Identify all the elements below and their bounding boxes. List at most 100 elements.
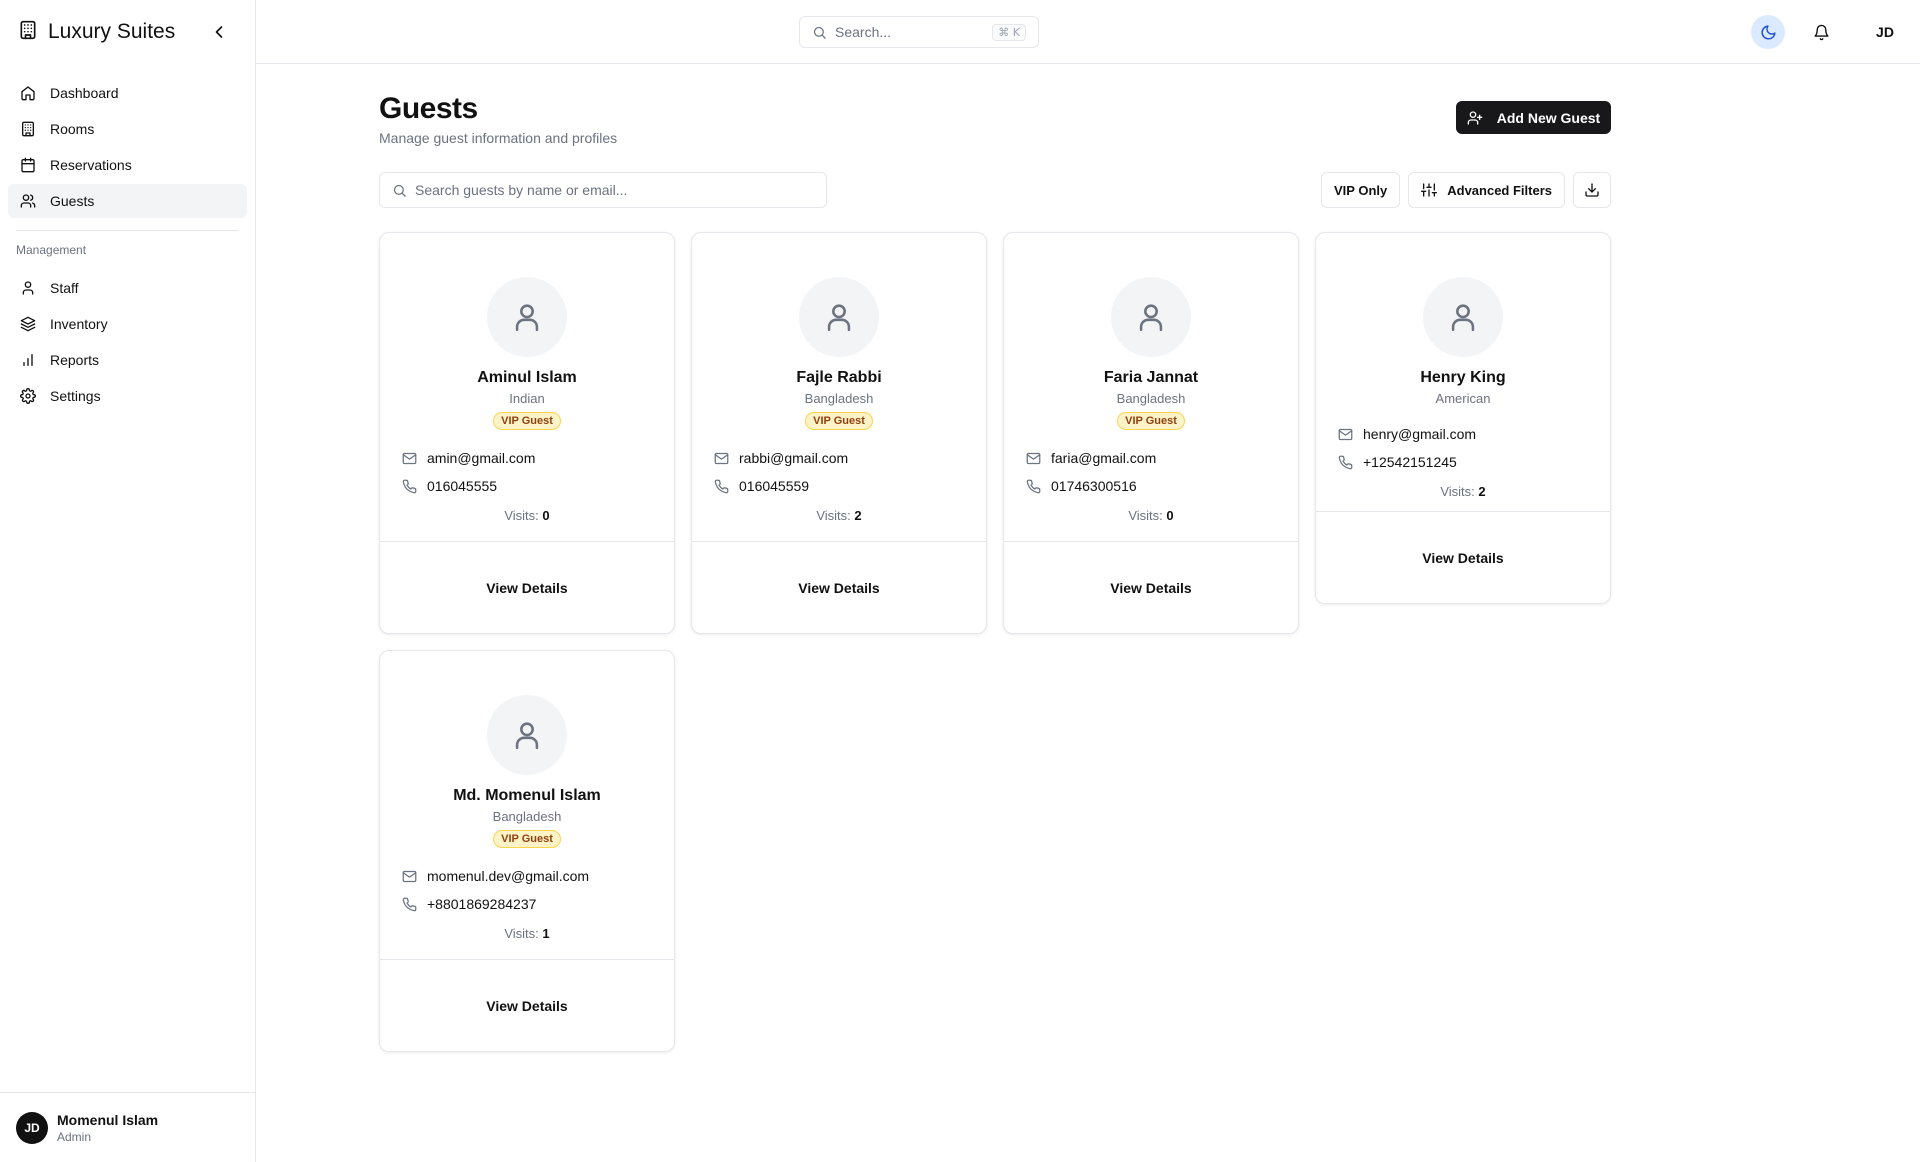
user-name: Momenul Islam <box>57 1111 159 1128</box>
view-details-button[interactable]: View Details <box>692 541 986 633</box>
add-guest-button[interactable]: Add New Guest <box>1456 101 1611 134</box>
app-title: Luxury Suites <box>48 20 176 43</box>
sidebar-item-guests[interactable]: Guests <box>8 184 247 218</box>
guest-nationality: Bangladesh <box>1116 391 1186 406</box>
user-profile[interactable]: JD Momenul Islam Admin <box>0 1092 255 1162</box>
advanced-filters-button[interactable]: Advanced Filters <box>1408 172 1565 208</box>
sidebar-item-label: Settings <box>50 388 101 404</box>
sidebar-item-reports[interactable]: Reports <box>8 343 247 377</box>
phone-icon <box>402 479 417 493</box>
layers-icon <box>20 316 36 332</box>
mail-icon <box>402 452 417 464</box>
guest-nationality: Indian <box>509 391 545 406</box>
global-search-input[interactable]: Search... ⌘ K <box>799 16 1039 48</box>
guest-phone: +8801869284237 <box>427 896 537 912</box>
guest-nationality: Bangladesh <box>492 809 562 824</box>
topbar: Search... ⌘ K JD <box>256 0 1920 64</box>
user-icon <box>827 304 851 332</box>
view-details-button[interactable]: View Details <box>1004 541 1298 633</box>
avatar <box>1111 277 1191 357</box>
avatar: JD <box>16 1111 48 1144</box>
page-subtitle: Manage guest information and profiles <box>379 130 618 146</box>
guest-search <box>379 172 827 208</box>
mail-icon <box>714 452 729 464</box>
search-icon <box>813 26 826 39</box>
page-title: Guests <box>379 92 478 125</box>
sidebar-item-settings[interactable]: Settings <box>8 379 247 413</box>
sidebar-item-label: Reservations <box>50 157 132 173</box>
sidebar-item-label: Guests <box>50 193 95 209</box>
calendar-icon <box>21 157 35 173</box>
mail-icon <box>1338 428 1353 440</box>
view-details-button[interactable]: View Details <box>380 959 674 1051</box>
chevron-left-icon <box>215 26 223 38</box>
theme-toggle-button[interactable] <box>1751 15 1785 49</box>
divider <box>16 230 239 231</box>
visits-count: Visits: 0 <box>504 508 549 523</box>
collapse-sidebar-button[interactable] <box>209 22 229 42</box>
sidebar-item-reservations[interactable]: Reservations <box>8 148 247 182</box>
vip-badge: VIP Guest <box>493 830 561 848</box>
visits-label: Visits: <box>1440 484 1475 499</box>
guest-grid: Aminul Islam Indian VIP Guest amin@gmail… <box>379 232 1611 1052</box>
vip-badge: VIP Guest <box>805 412 873 430</box>
phone-icon <box>1026 479 1041 493</box>
view-details-button[interactable]: View Details <box>1316 511 1610 603</box>
avatar <box>487 277 567 357</box>
guest-nationality: Bangladesh <box>804 391 874 406</box>
contact-info: momenul.dev@gmail.com +8801869284237 <box>400 862 654 918</box>
sidebar: Luxury Suites Dashboard Rooms Reservatio… <box>0 0 256 1162</box>
keyboard-shortcut: ⌘ K <box>992 23 1026 41</box>
phone-row: +12542151245 <box>1338 448 1590 476</box>
vip-badge: VIP Guest <box>1117 412 1185 430</box>
gear-icon <box>20 388 36 404</box>
phone-icon <box>402 897 417 911</box>
vip-only-button[interactable]: VIP Only <box>1321 172 1401 208</box>
contact-info: henry@gmail.com +12542151245 <box>1336 420 1590 476</box>
notifications-button[interactable] <box>1804 15 1838 49</box>
search-icon <box>393 184 406 197</box>
guest-name: Faria Jannat <box>1103 369 1199 386</box>
guest-nationality: American <box>1435 391 1491 406</box>
email-row: amin@gmail.com <box>402 444 654 472</box>
download-button[interactable] <box>1573 172 1611 208</box>
mail-icon <box>402 870 417 882</box>
guest-name: Aminul Islam <box>477 369 577 386</box>
phone-row: +8801869284237 <box>402 890 654 918</box>
email-row: henry@gmail.com <box>1338 420 1590 448</box>
visits-count: Visits: 1 <box>504 926 549 941</box>
visits-value: 1 <box>542 926 550 941</box>
sliders-icon <box>1421 183 1438 197</box>
guest-email: faria@gmail.com <box>1051 450 1157 466</box>
vip-badge: VIP Guest <box>493 412 561 430</box>
user-menu-button[interactable]: JD <box>1868 15 1902 49</box>
sidebar-item-label: Staff <box>50 280 79 296</box>
visits-count: Visits: 2 <box>1440 484 1485 499</box>
view-details-button[interactable]: View Details <box>380 541 674 633</box>
guest-phone: 016045555 <box>427 478 498 494</box>
visits-value: 2 <box>854 508 862 523</box>
download-icon <box>1585 183 1599 197</box>
guest-search-input[interactable] <box>415 182 814 198</box>
guest-card: Aminul Islam Indian VIP Guest amin@gmail… <box>379 232 675 634</box>
avatar <box>1423 277 1503 357</box>
guest-card: Md. Momenul Islam Bangladesh VIP Guest m… <box>379 650 675 1052</box>
user-icon <box>1139 304 1163 332</box>
guest-email: henry@gmail.com <box>1363 426 1477 442</box>
sidebar-item-staff[interactable]: Staff <box>8 271 247 305</box>
visits-value: 2 <box>1478 484 1486 499</box>
advanced-filters-label: Advanced Filters <box>1447 182 1552 198</box>
visits-count: Visits: 2 <box>816 508 861 523</box>
phone-icon <box>1338 455 1353 469</box>
sidebar-item-inventory[interactable]: Inventory <box>8 307 247 341</box>
phone-row: 016045559 <box>714 472 966 500</box>
visits-label: Visits: <box>816 508 851 523</box>
guest-card: Henry King American henry@gmail.com +125… <box>1315 232 1611 604</box>
avatar <box>799 277 879 357</box>
sidebar-item-dashboard[interactable]: Dashboard <box>8 76 247 110</box>
visits-label: Visits: <box>1128 508 1163 523</box>
guest-phone: 01746300516 <box>1051 478 1137 494</box>
sidebar-item-label: Reports <box>50 352 100 368</box>
sidebar-item-rooms[interactable]: Rooms <box>8 112 247 146</box>
guest-email: amin@gmail.com <box>427 450 536 466</box>
